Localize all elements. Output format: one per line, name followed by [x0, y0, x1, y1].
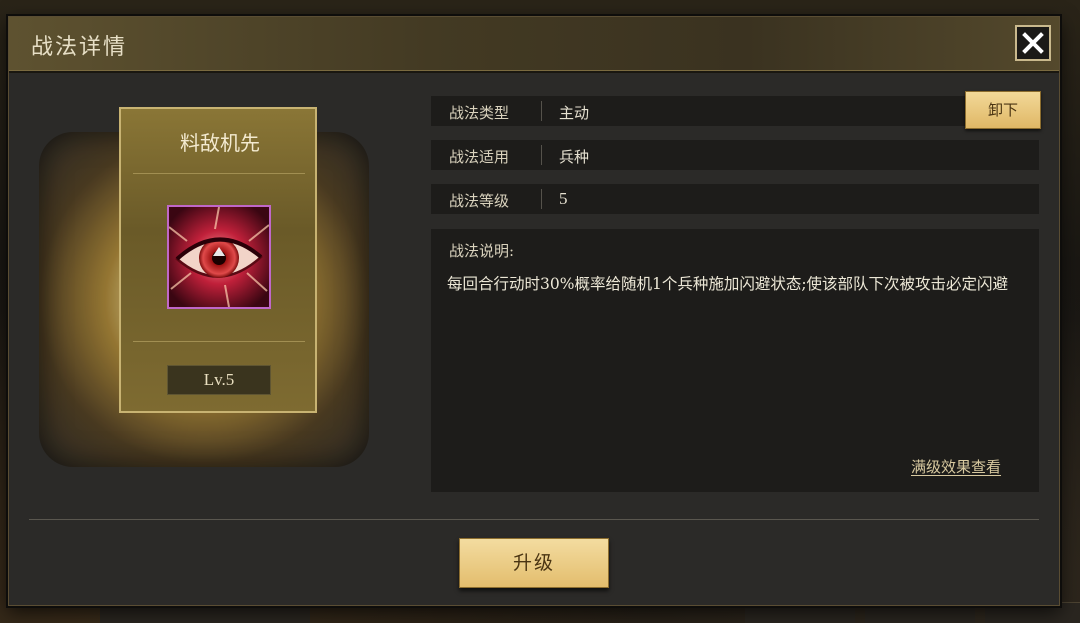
skill-detail-dialog: 战法详情 料敌机先 Lv.5 战法类型 主动 卸下 战法适用 兵种 战法等级 5…: [8, 16, 1060, 606]
skill-level-badge: Lv.5: [167, 365, 271, 395]
unequip-button[interactable]: 卸下: [965, 91, 1041, 129]
row-separator: [541, 101, 542, 121]
skill-icon-frame: [167, 205, 271, 309]
type-value: 主动: [559, 104, 590, 122]
bottom-divider: [29, 519, 1039, 520]
upgrade-button[interactable]: 升级: [459, 538, 609, 588]
eye-icon: [169, 207, 269, 307]
card-divider: [133, 341, 305, 342]
row-separator: [541, 145, 542, 165]
description-title: 战法说明:: [449, 242, 515, 260]
level-label: 战法等级: [449, 192, 510, 210]
row-separator: [541, 189, 542, 209]
info-row-apply: 战法适用 兵种: [431, 140, 1039, 170]
title-bar: 战法详情: [9, 17, 1059, 73]
type-label: 战法类型: [449, 104, 510, 122]
apply-value: 兵种: [559, 148, 590, 166]
close-button[interactable]: [1015, 25, 1051, 61]
info-row-level: 战法等级 5: [431, 184, 1039, 214]
level-value: 5: [559, 189, 568, 208]
apply-label: 战法适用: [449, 148, 510, 166]
skill-card: 料敌机先 Lv.5: [119, 107, 317, 413]
description-box: 战法说明: 每回合行动时30%概率给随机1个兵种施加闪避状态;使该部队下次被攻击…: [431, 229, 1039, 492]
description-text: 每回合行动时30%概率给随机1个兵种施加闪避状态;使该部队下次被攻击必定闪避: [447, 275, 1009, 293]
skill-name: 料敌机先: [180, 131, 260, 155]
card-divider: [133, 173, 305, 174]
dialog-title: 战法详情: [31, 35, 128, 60]
max-level-effect-link[interactable]: 满级效果查看: [911, 456, 1001, 477]
close-icon: [1022, 32, 1044, 54]
info-row-type: 战法类型 主动: [431, 96, 1039, 126]
